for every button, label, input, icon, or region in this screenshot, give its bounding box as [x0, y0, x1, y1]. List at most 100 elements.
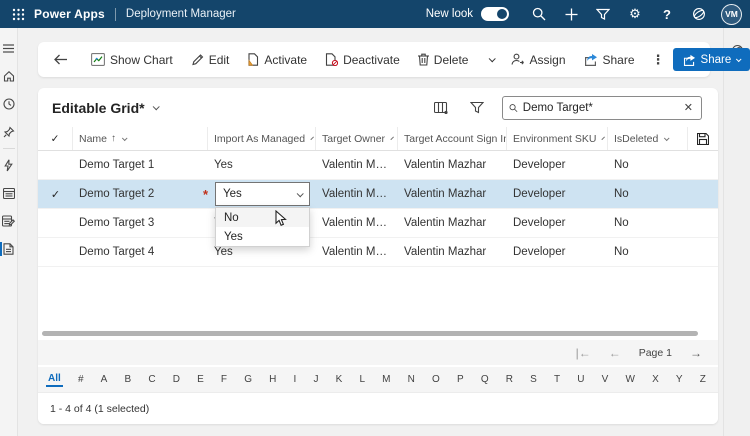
jump-N[interactable]: N	[406, 373, 417, 386]
cell-environment_sku[interactable]: Developer	[507, 188, 608, 200]
cell-is_deleted[interactable]: No	[608, 246, 688, 258]
jump-S[interactable]: S	[528, 373, 539, 386]
jump-Z[interactable]: Z	[698, 373, 708, 386]
back-button[interactable]	[44, 47, 78, 73]
table-row[interactable]: ✓ Demo Target 2 Valentin Maz... Valentin Ma…	[38, 180, 718, 209]
jump-M[interactable]: M	[380, 373, 392, 386]
cell-name[interactable]: Demo Target 1	[73, 159, 208, 171]
cell-target_owner[interactable]: Valentin Maz...	[316, 217, 398, 229]
combobox-option-yes[interactable]: Yes	[216, 227, 309, 246]
jump-J[interactable]: J	[311, 373, 320, 386]
grid-search-input[interactable]	[522, 101, 677, 114]
cell-name[interactable]: Demo Target 2	[73, 188, 208, 200]
cell-import_as_managed[interactable]: Yes	[208, 159, 316, 171]
cell-is_deleted[interactable]: No	[608, 188, 688, 200]
sidebar-menu-icon[interactable]	[0, 34, 18, 62]
column-header-is_deleted[interactable]: IsDeleted	[608, 127, 688, 150]
show-chart-button[interactable]: Show Chart	[82, 47, 182, 73]
help-icon[interactable]: ?	[651, 0, 683, 28]
add-icon[interactable]	[555, 0, 587, 28]
jump-I[interactable]: I	[292, 373, 299, 386]
cell-target_owner[interactable]: Valentin Maz...	[316, 159, 398, 171]
first-page-icon[interactable]: |←	[576, 346, 591, 360]
table-row[interactable]: Demo Target 1 Yes Valentin Maz... Valentin …	[38, 151, 718, 180]
cell-is_deleted[interactable]: No	[608, 217, 688, 229]
jump-Y[interactable]: Y	[674, 373, 685, 386]
activate-button[interactable]: Activate	[238, 47, 316, 73]
select-all-checkbox[interactable]: ✓	[38, 127, 73, 150]
combobox-option-no[interactable]: No	[216, 208, 309, 227]
view-selector[interactable]: Editable Grid*	[52, 100, 160, 116]
more-commands-chevron[interactable]	[481, 47, 502, 73]
jump-C[interactable]: C	[146, 373, 157, 386]
sidebar-deployment-targets-icon[interactable]	[0, 235, 18, 263]
jump-X[interactable]: X	[650, 373, 661, 386]
jump-L[interactable]: L	[357, 373, 367, 386]
column-header-name[interactable]: Name ↑	[73, 127, 208, 150]
app-title[interactable]: Power Apps	[34, 7, 105, 21]
row-checkbox[interactable]: ✓	[38, 188, 73, 201]
cell-target_owner[interactable]: Valentin Maz...	[316, 246, 398, 258]
jump-T[interactable]: T	[552, 373, 562, 386]
jump-P[interactable]: P	[455, 373, 466, 386]
waffle-menu-icon[interactable]	[10, 6, 26, 22]
cell-target_account_sign_in[interactable]: Valentin Mazhar	[398, 246, 507, 258]
cell-target_account_sign_in[interactable]: Valentin Mazhar	[398, 217, 507, 229]
cell-environment_sku[interactable]: Developer	[507, 217, 608, 229]
cell-is_deleted[interactable]: No	[608, 159, 688, 171]
deactivate-button[interactable]: Deactivate	[316, 47, 409, 73]
delete-button[interactable]: Delete	[409, 47, 478, 73]
overflow-menu-button[interactable]: ⋮	[644, 47, 673, 73]
cell-target_account_sign_in[interactable]: Valentin Mazhar	[398, 188, 507, 200]
sidebar-editable-grid-icon[interactable]	[0, 207, 18, 235]
edit-button[interactable]: Edit	[182, 47, 239, 73]
sidebar-flows-icon[interactable]	[0, 151, 18, 179]
column-header-import_as_managed[interactable]: Import As Managed	[208, 127, 316, 150]
jump-All[interactable]: All	[46, 372, 63, 387]
jump-R[interactable]: R	[504, 373, 515, 386]
cell-environment_sku[interactable]: Developer	[507, 159, 608, 171]
search-icon[interactable]	[523, 0, 555, 28]
next-page-icon[interactable]: →	[690, 346, 702, 360]
sidebar-tables-icon[interactable]	[0, 179, 18, 207]
filter-icon[interactable]	[587, 0, 619, 28]
column-header-environment_sku[interactable]: Environment SKU	[507, 127, 608, 150]
cell-name[interactable]: Demo Target 3	[73, 217, 208, 229]
share-command-button[interactable]: Share	[575, 47, 644, 73]
jump-E[interactable]: E	[195, 373, 206, 386]
jump-D[interactable]: D	[171, 373, 182, 386]
edit-columns-icon[interactable]	[430, 97, 452, 119]
jump-K[interactable]: K	[334, 373, 345, 386]
scrollbar-thumb[interactable]	[42, 330, 698, 336]
cell-environment_sku[interactable]: Developer	[507, 246, 608, 258]
jump-B[interactable]: B	[122, 373, 133, 386]
cell-name[interactable]: Demo Target 4	[73, 246, 208, 258]
cell-target_owner[interactable]: Valentin Maz...	[316, 188, 398, 200]
jump-A[interactable]: A	[99, 373, 110, 386]
new-look-toggle[interactable]	[481, 7, 509, 21]
jump-W[interactable]: W	[623, 373, 636, 386]
import-as-managed-combobox[interactable]: Yes	[215, 182, 310, 206]
horizontal-scrollbar[interactable]	[38, 328, 718, 338]
jump-#[interactable]: #	[76, 373, 86, 386]
previous-page-icon[interactable]: ←	[609, 346, 621, 360]
table-row[interactable]: Demo Target 3YesValentin Maz...Valentin …	[38, 209, 718, 238]
sidebar-home-icon[interactable]	[0, 62, 18, 90]
user-avatar[interactable]: VM	[721, 3, 742, 25]
column-header-target_owner[interactable]: Target Owner	[316, 127, 398, 150]
edit-filters-icon[interactable]	[466, 97, 488, 119]
clear-search-icon[interactable]: ✕	[682, 101, 695, 114]
cell-import_as_managed[interactable]: Yes	[208, 246, 316, 258]
assistant-icon[interactable]	[683, 0, 715, 28]
sidebar-pinned-icon[interactable]	[0, 118, 18, 146]
jump-U[interactable]: U	[575, 373, 586, 386]
table-row[interactable]: Demo Target 4 Yes Valentin Maz... Valentin …	[38, 238, 718, 267]
assign-button[interactable]: Assign	[502, 47, 574, 73]
share-split-button[interactable]: Share	[672, 48, 750, 71]
jump-Q[interactable]: Q	[479, 373, 491, 386]
jump-V[interactable]: V	[600, 373, 611, 386]
sidebar-recent-icon[interactable]	[0, 90, 18, 118]
jump-F[interactable]: F	[219, 373, 229, 386]
settings-gear-icon[interactable]: ⚙	[619, 0, 651, 28]
save-column-icon[interactable]	[688, 127, 718, 150]
